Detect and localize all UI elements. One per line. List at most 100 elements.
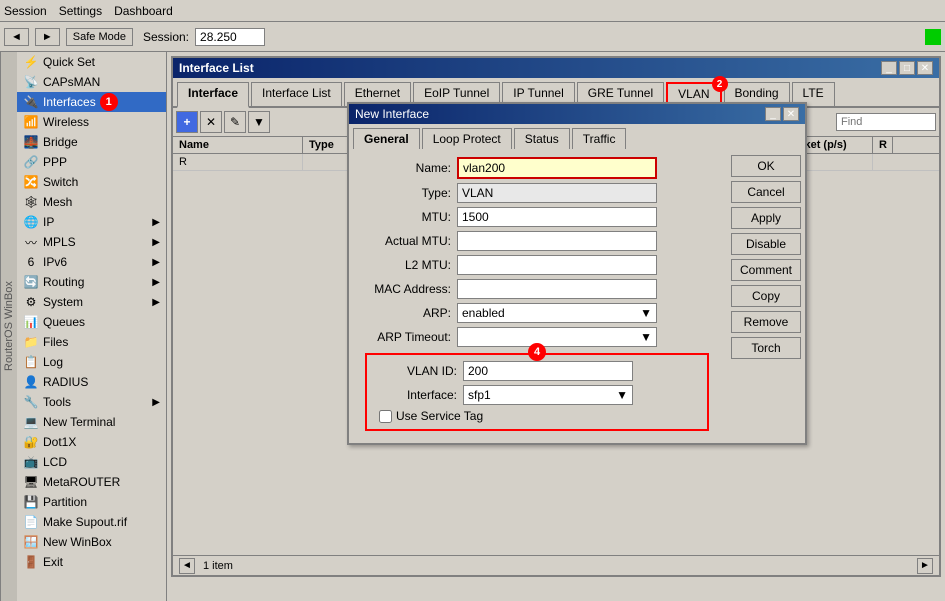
name-label: Name: — [357, 161, 457, 175]
find-input[interactable] — [836, 113, 936, 131]
quick-set-icon: ⚡ — [23, 54, 39, 70]
comment-button[interactable]: Comment — [731, 259, 801, 281]
scroll-right-button[interactable]: ► — [917, 558, 933, 574]
capsman-icon: 📡 — [23, 74, 39, 90]
sidebar-label: Files — [43, 335, 68, 349]
dialog-minimize-button[interactable]: _ — [765, 107, 781, 121]
sidebar-item-bridge[interactable]: 🌉 Bridge — [17, 132, 166, 152]
routeros-winbox-label: RouterOS WinBox — [0, 52, 17, 601]
sidebar-item-log[interactable]: 📋 Log — [17, 352, 166, 372]
ipv6-icon: 6 — [23, 254, 39, 270]
edit-interface-button[interactable]: ✎ — [224, 111, 246, 133]
sidebar-item-metarouter[interactable]: 🖥 MetaROUTER — [17, 472, 166, 492]
tab-interface-list[interactable]: Interface List — [251, 82, 342, 106]
maximize-button[interactable]: □ — [899, 61, 915, 75]
sidebar-item-quick-set[interactable]: ⚡ Quick Set — [17, 52, 166, 72]
name-input[interactable] — [457, 157, 657, 179]
cancel-button[interactable]: Cancel — [731, 181, 801, 203]
scroll-left-button[interactable]: ◄ — [179, 558, 195, 574]
new-interface-title: New Interface — [355, 107, 429, 121]
interface-list-title: Interface List — [179, 61, 254, 75]
sidebar-label: Dot1X — [43, 435, 76, 449]
sidebar-item-ip[interactable]: 🌐 IP ▶ — [17, 212, 166, 232]
vlan-id-input[interactable] — [463, 361, 633, 381]
interface-label: Interface: — [373, 388, 463, 402]
sidebar-item-capsman[interactable]: 📡 CAPsMAN — [17, 72, 166, 92]
sidebar-item-interfaces[interactable]: 🔌 Interfaces 1 — [17, 92, 166, 112]
sidebar-item-exit[interactable]: 🚪 Exit — [17, 552, 166, 572]
filter-button[interactable]: ▼ — [248, 111, 270, 133]
sidebar-item-lcd[interactable]: 📺 LCD — [17, 452, 166, 472]
torch-button[interactable]: Torch — [731, 337, 801, 359]
arp-label: ARP: — [357, 306, 457, 320]
sidebar-item-partition[interactable]: 💾 Partition — [17, 492, 166, 512]
ok-button[interactable]: OK — [731, 155, 801, 177]
dialog-tabs: General Loop Protect Status Traffic — [349, 124, 805, 149]
sidebar-item-system[interactable]: ⚙ System ▶ — [17, 292, 166, 312]
dialog-form: Name: Type: MTU: Actual MT — [349, 149, 725, 443]
terminal-icon: 💻 — [23, 414, 39, 430]
disable-button[interactable]: Disable — [731, 233, 801, 255]
sidebar-item-mesh[interactable]: 🕸 Mesh — [17, 192, 166, 212]
apply-button[interactable]: Apply — [731, 207, 801, 229]
status-count: 1 item — [203, 560, 233, 572]
close-button[interactable]: ✕ — [917, 61, 933, 75]
arp-timeout-select[interactable]: ▼ — [457, 327, 657, 347]
dialog-tab-general[interactable]: General — [353, 128, 420, 149]
sidebar-item-make-supout[interactable]: 📄 Make Supout.rif — [17, 512, 166, 532]
remove-button[interactable]: Remove — [731, 311, 801, 333]
sidebar-item-tools[interactable]: 🔧 Tools ▶ — [17, 392, 166, 412]
sidebar-item-wireless[interactable]: 📶 Wireless — [17, 112, 166, 132]
minimize-button[interactable]: _ — [881, 61, 897, 75]
copy-button[interactable]: Copy — [731, 285, 801, 307]
type-input — [457, 183, 657, 203]
form-row-arp: ARP: enabled ▼ — [357, 303, 717, 323]
content-area: Interface List _ □ ✕ Interface Interface… — [167, 52, 945, 601]
menu-settings[interactable]: Settings — [59, 4, 102, 18]
sidebar-item-routing[interactable]: 🔄 Routing ▶ — [17, 272, 166, 292]
sidebar-label: System — [43, 295, 83, 309]
session-label: Session: — [143, 30, 189, 44]
sidebar-label: CAPsMAN — [43, 75, 100, 89]
sidebar-label: Switch — [43, 175, 78, 189]
use-service-tag-checkbox[interactable] — [379, 410, 392, 423]
winbox-icon: 🪟 — [23, 534, 39, 550]
interface-value: sfp1 — [468, 388, 491, 402]
sidebar-item-new-winbox[interactable]: 🪟 New WinBox — [17, 532, 166, 552]
sidebar-item-ipv6[interactable]: 6 IPv6 ▶ — [17, 252, 166, 272]
sidebar-item-switch[interactable]: 🔀 Switch — [17, 172, 166, 192]
session-input[interactable] — [195, 28, 265, 46]
dialog-close-button[interactable]: ✕ — [783, 107, 799, 121]
menu-dashboard[interactable]: Dashboard — [114, 4, 173, 18]
l2mtu-input[interactable] — [457, 255, 657, 275]
arp-select[interactable]: enabled ▼ — [457, 303, 657, 323]
sidebar-item-dot1x[interactable]: 🔐 Dot1X — [17, 432, 166, 452]
sidebar-item-radius[interactable]: 👤 RADIUS — [17, 372, 166, 392]
mtu-input[interactable] — [457, 207, 657, 227]
actual-mtu-input[interactable] — [457, 231, 657, 251]
sidebar-item-new-terminal[interactable]: 💻 New Terminal — [17, 412, 166, 432]
sidebar-item-ppp[interactable]: 🔗 PPP — [17, 152, 166, 172]
menu-session[interactable]: Session — [4, 4, 47, 18]
form-row-type: Type: — [357, 183, 717, 203]
interface-select[interactable]: sfp1 ▼ — [463, 385, 633, 405]
ipv6-arrow: ▶ — [152, 257, 160, 268]
dialog-tab-status[interactable]: Status — [514, 128, 570, 149]
sidebar-label: Tools — [43, 395, 71, 409]
tab-interface[interactable]: Interface — [177, 82, 249, 108]
sidebar-item-files[interactable]: 📁 Files — [17, 332, 166, 352]
safe-mode-button[interactable]: Safe Mode — [66, 28, 133, 46]
wireless-icon: 📶 — [23, 114, 39, 130]
add-interface-button[interactable]: + — [176, 111, 198, 133]
sidebar-item-mpls[interactable]: 〰 MPLS ▶ — [17, 232, 166, 252]
sidebar-item-queues[interactable]: 📊 Queues — [17, 312, 166, 332]
dialog-tab-loop-protect[interactable]: Loop Protect — [422, 128, 512, 149]
form-row-l2mtu: L2 MTU: — [357, 255, 717, 275]
tools-icon: 🔧 — [23, 394, 39, 410]
back-button[interactable]: ◄ — [4, 28, 29, 46]
log-icon: 📋 — [23, 354, 39, 370]
remove-interface-button[interactable]: ✕ — [200, 111, 222, 133]
dialog-tab-traffic[interactable]: Traffic — [572, 128, 627, 149]
mac-input[interactable] — [457, 279, 657, 299]
forward-button[interactable]: ► — [35, 28, 60, 46]
